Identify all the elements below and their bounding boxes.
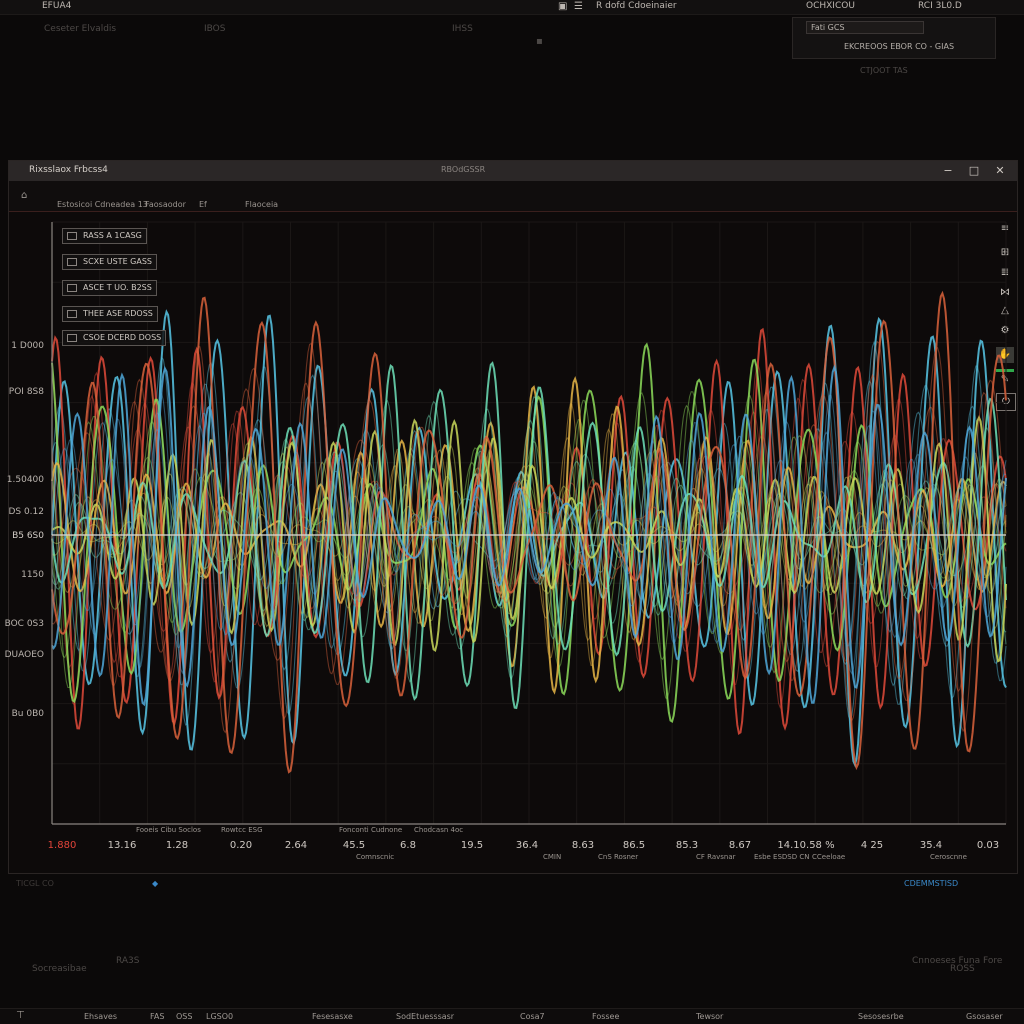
taskbar-item[interactable]: Tewsor [696, 1012, 723, 1021]
toolbar-item[interactable]: Estosicoi Cdneadea 13 [57, 200, 148, 209]
toolbar-item[interactable]: Ef [199, 200, 207, 209]
legend-label: THEE ASE RDOSS [83, 309, 153, 318]
list-icon[interactable]: ☰ [574, 1, 583, 12]
status-right[interactable]: CDEMMSTISD [904, 879, 958, 888]
top-right-field[interactable]: Fati GCS [806, 21, 924, 34]
top-panel-line3: CTJOOT TAS [860, 66, 908, 75]
app-label[interactable]: EFUA4 [42, 1, 71, 11]
taskbar-item[interactable]: Gsosaser [966, 1012, 1003, 1021]
side-tool-button[interactable]: ≣ [996, 265, 1014, 281]
maximize-button[interactable]: □ [963, 163, 985, 179]
taskbar-item[interactable]: SodEtuesssasr [396, 1012, 454, 1021]
chart-toolbar: Estosicoi Cdneadea 13 Faosaodor Ef Flaoc… [9, 181, 1017, 212]
taskbar: ⊤ Ehsaves FAS OSS LGSO0 Fesesasxe SodEtu… [0, 1008, 1024, 1024]
start-icon[interactable]: ⊤ [16, 1010, 25, 1021]
side-tool-button[interactable]: ✎ [996, 369, 1014, 388]
toolbar-item[interactable]: Flaoceia [245, 200, 278, 209]
legend-swatch-icon [67, 257, 77, 266]
window-center-label: RBOdGSSR [441, 165, 486, 174]
bottom-mid: RA3S [116, 956, 140, 966]
zoom-label[interactable]: RCI 3L0.D [918, 1, 962, 11]
legend-item[interactable]: RASS A 1CASG [62, 228, 147, 244]
legend-swatch-icon [67, 309, 77, 318]
bottom-right2: ROSS [950, 964, 975, 974]
legend-item[interactable]: THEE ASE RDOSS [62, 306, 158, 322]
home-icon[interactable]: ⌂ [21, 190, 27, 201]
status-indicator-icon: ◆ [152, 879, 159, 888]
side-tool-button[interactable]: ✋ [996, 347, 1014, 363]
taskbar-item[interactable]: FAS [150, 1012, 164, 1021]
legend-swatch-icon [67, 283, 77, 292]
side-tool-button[interactable]: △ [996, 303, 1014, 319]
taskbar-item[interactable]: LGSO0 [206, 1012, 233, 1021]
window-titlebar: Rixsslaox Frbcss4 RBOdGSSR − □ ✕ [9, 161, 1017, 181]
top-row-left: Ceseter Elvaldis [44, 24, 117, 34]
legend-label: SCXE USTE GASS [83, 257, 152, 266]
bottom-left: Socreasibae [32, 964, 87, 974]
taskbar-item[interactable]: Fossee [592, 1012, 619, 1021]
legend-item[interactable]: ASCE T UO. B2SS [62, 280, 157, 296]
menu-icon[interactable]: ▣ [558, 1, 567, 12]
right-label: OCHXICOU [806, 1, 855, 11]
side-tool-button[interactable]: ≡ [996, 221, 1014, 237]
legend-item[interactable]: CSOE DCERD DOSS [62, 330, 167, 346]
window-title: Rixsslaox Frbcss4 [29, 165, 108, 175]
taskbar-item[interactable]: Sesosesrbe [858, 1012, 904, 1021]
legend-swatch-icon [67, 231, 77, 240]
legend-label: RASS A 1CASG [83, 231, 142, 240]
system-top-bar: EFUA4 ▣ ☰ R dofd Cdoeinaier OCHXICOU RCI… [0, 0, 1024, 15]
top-panel-line: EKCREOOS EBOR CO - GIAS [844, 42, 955, 51]
close-button[interactable]: ✕ [989, 163, 1011, 179]
legend-label: ASCE T UO. B2SS [83, 283, 152, 292]
side-tool-button[interactable]: ⋈ [996, 285, 1014, 301]
taskbar-item[interactable]: OSS [176, 1012, 192, 1021]
minimize-button[interactable]: − [937, 163, 959, 179]
top-row-mid: IBOS [204, 24, 226, 34]
legend-swatch-icon [67, 333, 77, 342]
power-button[interactable]: ⏻ [996, 393, 1016, 411]
taskbar-item[interactable]: Cosa7 [520, 1012, 545, 1021]
taskbar-item[interactable]: Fesesasxe [312, 1012, 353, 1021]
lock-icon: ▪ [536, 36, 543, 47]
status-left: TICGL CO [16, 879, 54, 888]
chart-window: Rixsslaox Frbcss4 RBOdGSSR − □ ✕ Estosic… [8, 160, 1018, 874]
center-label[interactable]: R dofd Cdoeinaier [596, 1, 677, 11]
side-tool-button[interactable]: ⊞ [996, 245, 1014, 261]
legend-item[interactable]: SCXE USTE GASS [62, 254, 157, 270]
top-row-mid2: IHSS [452, 24, 473, 34]
taskbar-item[interactable]: Ehsaves [84, 1012, 117, 1021]
side-tool-button[interactable]: ⚙ [996, 323, 1014, 339]
status-bar: TICGL CO ◆ CDEMMSTISD [0, 876, 1024, 892]
legend-label: CSOE DCERD DOSS [83, 333, 162, 342]
toolbar-item[interactable]: Faosaodor [145, 200, 186, 209]
